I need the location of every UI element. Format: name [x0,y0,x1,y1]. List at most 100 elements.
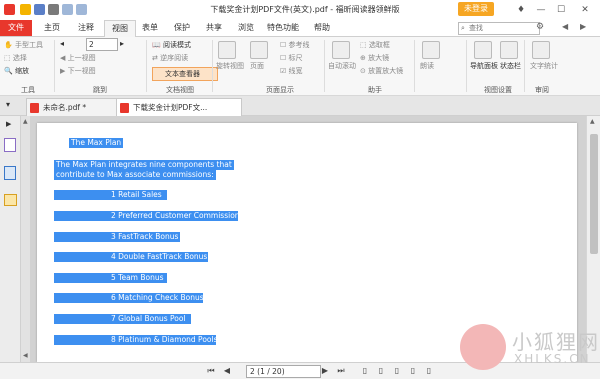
doc-list-item[interactable]: 2 Preferred Customer Commissions [54,211,243,221]
auto-scroll-label: 自动滚动 [328,62,356,70]
tab-comment[interactable]: 注释 [74,20,98,36]
search-input[interactable]: 查找 [458,22,540,35]
attachments-icon[interactable] [4,194,17,206]
ruler-toggle[interactable]: ☐ 标尺 [280,53,303,63]
zoom-tool[interactable]: 🔍 缩放 [4,66,29,76]
panel-expand-icon[interactable]: ▶ [6,120,11,128]
magnifier-button[interactable]: ⊕ 放大镜 [360,53,389,63]
next-page-button[interactable]: ▶ [320,365,330,377]
tab-share[interactable]: 共享 [202,20,226,36]
reverse-reading-button[interactable]: ⇄ 逆序阅读 [152,53,188,63]
doc-list-item[interactable]: 5 Team Bonus [54,273,167,283]
doc-list-item[interactable]: 6 Matching Check Bonus [54,293,204,303]
doc-intro-line[interactable]: contribute to Max associate commissions: [54,170,216,180]
read-aloud-icon[interactable] [422,41,440,59]
previous-view-label: 上一视图 [67,54,96,62]
continuous-page-icon[interactable]: ▯ [376,365,386,377]
tab-protect[interactable]: 保护 [170,20,194,36]
tab-browse[interactable]: 浏览 [234,20,258,36]
doc-tab-active[interactable]: 下载奖金计划PDF文... [116,98,242,116]
fit-icon[interactable]: ▯ [424,365,434,377]
text-viewer-button[interactable]: 文本查看器 [152,67,218,81]
bookmark-icon[interactable] [4,138,16,152]
scroll-up-icon[interactable]: ▲ [590,118,595,125]
tab-scroll-icon[interactable]: ▾ [6,100,10,109]
tab-file[interactable]: 文件 [0,20,32,36]
doc-list-item[interactable]: 4 Double FastTrack Bonus [54,252,208,262]
doc-list-item[interactable]: 8 Platinum & Diamond Pools [54,335,217,345]
minimize-button[interactable]: — [534,3,548,17]
watermark-url: XHLKS.CN [514,352,591,366]
nav-panel-label: 导航面板 [470,62,498,70]
select-tool[interactable]: ⬚ 选择 [4,53,27,63]
auto-scroll-icon[interactable] [332,41,350,59]
skin-icon[interactable]: ♦ [514,3,528,17]
up-arrow-icon[interactable]: ▲ [23,118,28,125]
continuous-facing-icon[interactable]: ▯ [408,365,418,377]
gear-icon[interactable]: ⚙ [536,22,544,32]
tab-form[interactable]: 表单 [138,20,162,36]
loupe-button[interactable]: ⊙ 放置放大镜 [360,66,403,76]
pages-icon[interactable] [4,166,16,180]
window-title: 下载奖金计划PDF文件(英文).pdf - 福昕阅读器领鲜版 [210,5,400,14]
reference-line-toggle[interactable]: ☐ 参考线 [280,40,310,50]
document-tab-strip: ▾ 未命名.pdf * 下载奖金计划PDF文... [0,96,600,116]
tab-view[interactable]: 视图 [104,20,136,37]
zoom-tool-label: 缩放 [14,67,29,75]
word-count-icon[interactable] [532,41,550,59]
back-arrow-icon[interactable]: ◀ [562,22,568,31]
last-page-button[interactable]: ⏭ [336,365,346,377]
panel-splitter[interactable]: ▲ ◀ [21,116,30,362]
first-page-icon[interactable]: ◂ [60,39,70,49]
previous-view-button[interactable]: ◀ 上一视图 [60,53,96,63]
left-arrow-icon[interactable]: ◀ [23,352,28,359]
tab-home[interactable]: 主页 [40,20,64,36]
redo-icon[interactable] [76,4,87,15]
first-page-button[interactable]: ⏮ [206,365,216,377]
page-layout-label: 页面 [250,62,264,70]
open-icon[interactable] [20,4,31,15]
ribbon: ✋ 手型工具 ⬚ 选择 🔍 缩放 工具 ◂ 2 ▸ ◀ 上一视图 ▶ 下一视图 … [0,37,600,96]
single-page-icon[interactable]: ▯ [360,365,370,377]
doc-list-item[interactable]: 7 Global Bonus Pool [54,314,191,324]
assist-group-label: 助手 [368,86,382,94]
prev-page-button[interactable]: ◀ [222,365,232,377]
doc-list-item[interactable]: 3 FastTrack Bonus [54,232,180,242]
save-icon[interactable] [34,4,45,15]
reading-mode-button[interactable]: 📖 阅读模式 [152,40,191,50]
next-view-button[interactable]: ▶ 下一视图 [60,66,96,76]
facing-page-icon[interactable]: ▯ [392,365,402,377]
scroll-thumb[interactable] [590,134,598,254]
pdf-file-icon [30,103,39,113]
page-number-input[interactable]: 2 [86,38,118,51]
page-indicator-input[interactable]: 2 (1 / 20) [246,365,321,378]
doc-heading[interactable]: The Max Plan [69,138,124,148]
maximize-button[interactable]: ☐ [554,3,568,17]
close-button[interactable]: ✕ [578,3,592,17]
nav-panel-icon[interactable] [474,41,492,59]
last-page-icon[interactable]: ▸ [120,39,124,48]
divider [524,40,525,92]
marquee-button[interactable]: ⬚ 选取框 [360,40,390,50]
line-weight-toggle[interactable]: ☑ 线宽 [280,66,303,76]
print-icon[interactable] [48,4,59,15]
rotate-view-icon[interactable] [218,41,236,59]
tab-help[interactable]: 帮助 [310,20,334,36]
status-bar-icon[interactable] [500,41,518,59]
page-layout-icon[interactable] [250,41,268,59]
hand-tool[interactable]: ✋ 手型工具 [4,40,43,50]
tab-featured[interactable]: 特色功能 [264,20,302,36]
next-view-label: 下一视图 [67,67,96,75]
login-button[interactable]: 未登录 [458,2,494,16]
forward-arrow-icon[interactable]: ▶ [580,22,586,31]
rotate-view-label: 旋转视图 [216,62,244,70]
reference-line-label: 参考线 [288,41,310,49]
undo-icon[interactable] [62,4,73,15]
loupe-label: 放置放大镜 [368,67,404,75]
fox-logo-icon [460,324,506,370]
doc-intro-line[interactable]: The Max Plan integrates nine components … [54,160,234,170]
divider [212,40,213,92]
menu-tab-bar: 文件 主页 注释 视图 表单 保护 共享 浏览 特色功能 帮助 查找 ⌕ ⚙ ◀… [0,20,600,37]
doc-list-item[interactable]: 1 Retail Sales [54,190,167,200]
doc-tab-untitled[interactable]: 未命名.pdf * [26,98,122,116]
